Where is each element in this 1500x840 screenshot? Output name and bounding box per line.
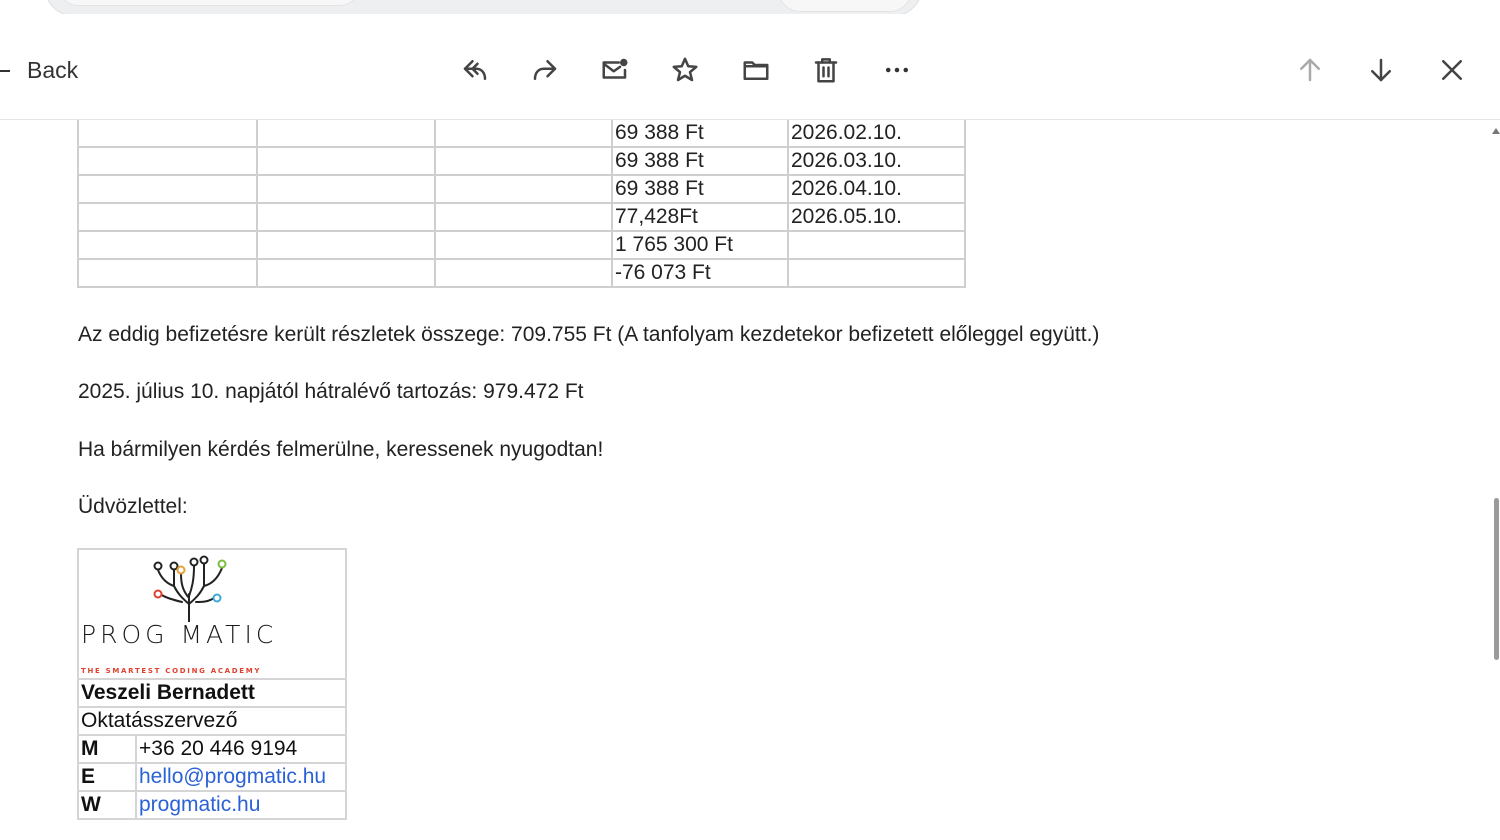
back-button[interactable]: Back xyxy=(0,50,78,90)
payment-schedule-table: 69 388 Ft 2026.02.10. 69 388 Ft 2026.03.… xyxy=(77,120,966,288)
progmatic-logo: PROG MATIC THE SMARTEST CODING ACADEMY xyxy=(79,550,341,678)
address-field[interactable] xyxy=(58,0,360,6)
mark-unread-icon[interactable] xyxy=(595,50,635,90)
email-link[interactable]: hello@progmatic.hu xyxy=(139,765,326,788)
more-icon[interactable] xyxy=(877,50,917,90)
amount-cell: 69 388 Ft xyxy=(611,146,789,176)
signature-role: Oktatásszervező xyxy=(77,706,347,736)
email-signature: PROG MATIC THE SMARTEST CODING ACADEMY V… xyxy=(77,548,347,820)
phone-number: +36 20 446 9194 xyxy=(135,734,347,764)
tree-logo-icon xyxy=(153,555,227,622)
website-key: W xyxy=(77,790,137,820)
trash-icon[interactable] xyxy=(806,50,846,90)
table-row: 77,428Ft 2026.05.10. xyxy=(77,202,966,232)
close-icon[interactable] xyxy=(1432,50,1472,90)
phone-key: M xyxy=(77,734,137,764)
table-row: 69 388 Ft 2026.02.10. xyxy=(77,120,966,148)
back-label: Back xyxy=(27,56,79,83)
total-cell: 1 765 300 Ft xyxy=(611,230,789,260)
questions-text: Ha bármilyen kérdés felmerülne, keressen… xyxy=(78,438,604,461)
forward-icon[interactable] xyxy=(525,50,565,90)
amount-cell: 69 388 Ft xyxy=(611,120,789,148)
paid-summary-text: Az eddig befizetésre került részletek ös… xyxy=(78,323,1100,346)
back-arrow-icon xyxy=(0,70,10,72)
reply-icon[interactable] xyxy=(455,50,495,90)
greeting-text: Üdvözlettel: xyxy=(78,495,188,518)
scrollbar-thumb[interactable] xyxy=(1494,498,1499,660)
up-arrow-icon[interactable] xyxy=(1290,50,1330,90)
remaining-debt-text: 2025. július 10. napjától hátralévő tart… xyxy=(78,380,584,403)
email-key: E xyxy=(77,762,137,792)
date-cell: 2026.04.10. xyxy=(787,174,966,204)
table-row: 69 388 Ft 2026.04.10. xyxy=(77,174,966,204)
logo-wordmark: PROG MATIC xyxy=(81,620,278,649)
scrollbar[interactable] xyxy=(1492,120,1500,840)
date-cell: 2026.03.10. xyxy=(787,146,966,176)
amount-cell: 69 388 Ft xyxy=(611,174,789,204)
date-cell xyxy=(787,230,966,260)
table-row: 69 388 Ft 2026.03.10. xyxy=(77,146,966,176)
browser-button[interactable] xyxy=(778,0,912,12)
logo-tagline: THE SMARTEST CODING ACADEMY xyxy=(81,667,262,675)
email-body: 69 388 Ft 2026.02.10. 69 388 Ft 2026.03.… xyxy=(0,120,1492,840)
down-arrow-icon[interactable] xyxy=(1361,50,1401,90)
amount-cell: 77,428Ft xyxy=(611,202,789,232)
website-link[interactable]: progmatic.hu xyxy=(139,793,260,816)
table-row: 1 765 300 Ft xyxy=(77,230,966,260)
difference-cell: -76 073 Ft xyxy=(611,258,789,288)
folder-icon[interactable] xyxy=(736,50,776,90)
date-cell: 2026.05.10. xyxy=(787,202,966,232)
browser-chrome xyxy=(0,0,1500,16)
star-icon[interactable] xyxy=(665,50,705,90)
scroll-up-icon[interactable] xyxy=(1492,128,1500,134)
mail-toolbar: Back xyxy=(0,14,1500,118)
logo-cell: PROG MATIC THE SMARTEST CODING ACADEMY xyxy=(77,548,347,680)
date-cell xyxy=(787,258,966,288)
table-row: -76 073 Ft xyxy=(77,258,966,288)
date-cell: 2026.02.10. xyxy=(787,120,966,148)
